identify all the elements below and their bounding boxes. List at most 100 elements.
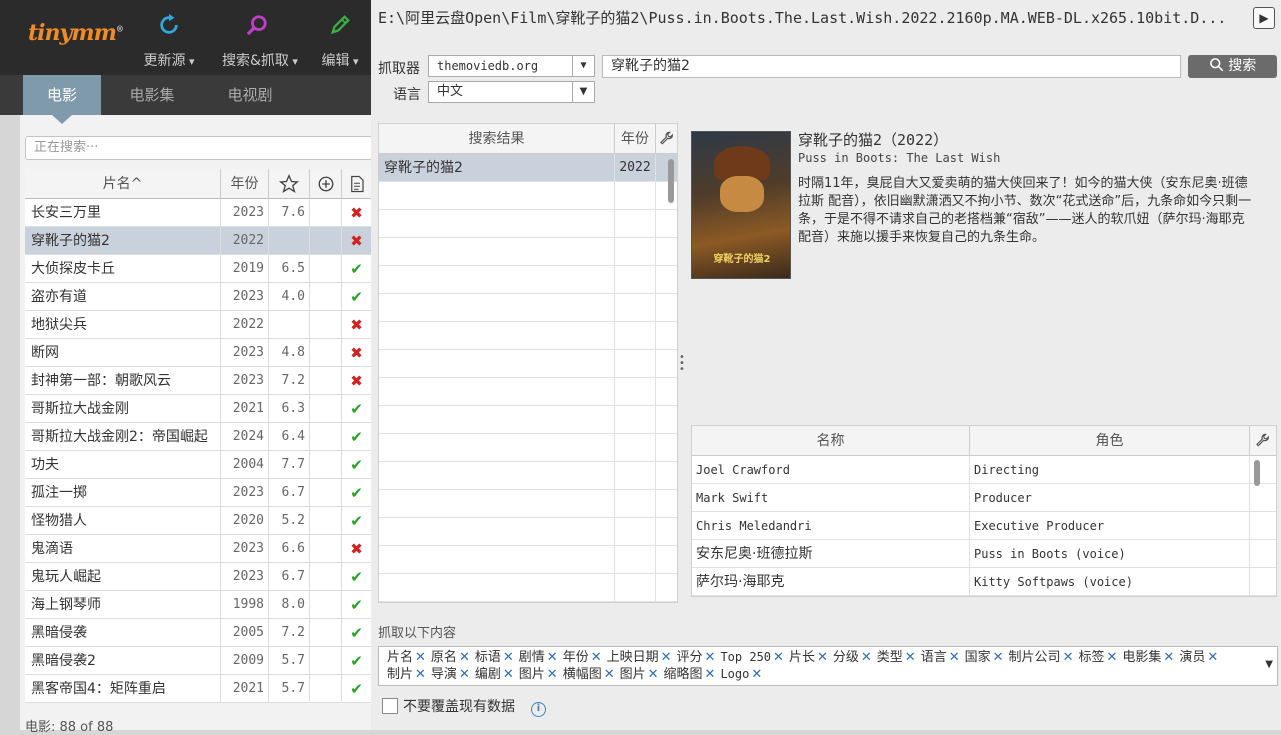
scrape-tag[interactable]: 类型 ✕ [877, 649, 916, 666]
remove-tag-icon[interactable]: ✕ [604, 667, 615, 682]
movie-row[interactable]: 穿靴子的猫2 2022 ✖ [25, 227, 371, 255]
movie-row[interactable]: 鬼滴语 2023 6.6 ✖ [25, 535, 371, 563]
remove-tag-icon[interactable]: ✕ [705, 667, 716, 682]
header-year[interactable]: 年份 [221, 169, 269, 199]
update-source-button[interactable]: 更新源 [134, 10, 204, 70]
search-input[interactable]: 穿靴子的猫2 [602, 55, 1181, 78]
movie-row[interactable]: 功夫 2004 7.7 ✔ [25, 451, 371, 479]
remove-tag-icon[interactable]: ✕ [503, 650, 514, 665]
scrape-tag[interactable]: 图片 ✕ [519, 666, 558, 683]
remove-tag-icon[interactable]: ✕ [415, 667, 426, 682]
crew-header-role[interactable]: 角色 [970, 426, 1250, 456]
header-title[interactable]: 片名^ [25, 169, 221, 199]
no-overwrite-option[interactable]: 不要覆盖现有数据 i [382, 696, 546, 717]
scrape-fields-selector[interactable]: 片名 ✕ 原名 ✕ 标语 ✕ 剧情 ✕ 年份 ✕ 上映日期 ✕ 评分 ✕ Top 250 ✕ 片长 ✕ 分级 ✕ 类型 ✕… [378, 646, 1278, 686]
movie-row[interactable]: 断网 2023 4.8 ✖ [25, 339, 371, 367]
scrape-tag[interactable]: 片长 ✕ [789, 649, 828, 666]
wrench-icon[interactable] [1250, 426, 1276, 456]
crew-row[interactable]: 安东尼奥·班德拉斯 Puss in Boots (voice) [692, 540, 1276, 568]
scrape-tag[interactable]: 制片公司 ✕ [1009, 649, 1074, 666]
scrape-tag[interactable]: 年份 ✕ [563, 649, 602, 666]
movie-search-input[interactable]: 正在搜索··· [25, 136, 377, 160]
scrape-tag[interactable]: 标语 ✕ [475, 649, 514, 666]
movie-row[interactable]: 鬼玩人崛起 2023 6.7 ✔ [25, 563, 371, 591]
scrape-tag[interactable]: 分级 ✕ [833, 649, 872, 666]
search-button[interactable]: 搜索 [1188, 55, 1277, 78]
movie-row[interactable]: 黑暗侵袭 2005 7.2 ✔ [25, 619, 371, 647]
play-button[interactable]: ▶ [1253, 7, 1275, 29]
crew-row[interactable]: Mark Swift Producer [692, 484, 1276, 512]
remove-tag-icon[interactable]: ✕ [705, 650, 716, 665]
edit-button[interactable]: 编辑 [305, 10, 375, 70]
movie-row[interactable]: 黑暗侵袭2 2009 5.7 ✔ [25, 647, 371, 675]
scrape-tag[interactable]: 原名 ✕ [431, 649, 470, 666]
scrape-tag[interactable]: 片名 ✕ [387, 649, 426, 666]
rating-star-icon[interactable] [269, 169, 310, 199]
scrape-tag[interactable]: 制片 ✕ [387, 666, 426, 683]
results-header-title[interactable]: 搜索结果 [379, 124, 615, 154]
remove-tag-icon[interactable]: ✕ [861, 650, 872, 665]
crew-row[interactable]: 萨尔玛·海耶克 Kitty Softpaws (voice) [692, 568, 1276, 596]
remove-tag-icon[interactable]: ✕ [817, 650, 828, 665]
remove-tag-icon[interactable]: ✕ [503, 667, 514, 682]
movie-row[interactable]: 海上钢琴师 1998 8.0 ✔ [25, 591, 371, 619]
scrape-tag[interactable]: 上映日期 ✕ [607, 649, 672, 666]
result-row[interactable]: 穿靴子的猫2 2022 [379, 154, 677, 182]
crew-row[interactable]: Chris Meledandri Executive Producer [692, 512, 1276, 540]
remove-tag-icon[interactable]: ✕ [905, 650, 916, 665]
remove-tag-icon[interactable]: ✕ [1063, 650, 1074, 665]
remove-tag-icon[interactable]: ✕ [648, 667, 659, 682]
movie-row[interactable]: 封神第一部：朝歌风云 2023 7.2 ✖ [25, 367, 371, 395]
scrape-tag[interactable]: Logo ✕ [720, 666, 762, 683]
language-select[interactable]: 中文 ▼ [428, 81, 595, 103]
movie-row[interactable]: 大侦探皮卡丘 2019 6.5 ✔ [25, 255, 371, 283]
scrape-tag[interactable]: 国家 ✕ [965, 649, 1004, 666]
chevron-down-icon[interactable]: ▼ [1265, 659, 1273, 670]
remove-tag-icon[interactable]: ✕ [1163, 650, 1174, 665]
scrape-tag[interactable]: 编剧 ✕ [475, 666, 514, 683]
tab-tv-shows[interactable]: 电视剧 [210, 75, 290, 115]
tab-movies[interactable]: 电影 [23, 75, 101, 115]
remove-tag-icon[interactable]: ✕ [459, 650, 470, 665]
search-scrape-button[interactable]: 搜索&抓取 [222, 10, 292, 70]
scrape-tag[interactable]: 剧情 ✕ [519, 649, 558, 666]
results-scrollbar[interactable] [668, 159, 674, 203]
movie-row[interactable]: 盗亦有道 2023 4.0 ✔ [25, 283, 371, 311]
remove-tag-icon[interactable]: ✕ [773, 650, 784, 665]
tab-movie-sets[interactable]: 电影集 [112, 75, 192, 115]
scrape-tag[interactable]: 图片 ✕ [620, 666, 659, 683]
scrape-tag[interactable]: 横幅图 ✕ [563, 666, 615, 683]
wrench-icon[interactable] [656, 124, 678, 154]
scrape-tag[interactable]: 评分 ✕ [677, 649, 716, 666]
remove-tag-icon[interactable]: ✕ [949, 650, 960, 665]
movie-row[interactable]: 孤注一掷 2023 6.7 ✔ [25, 479, 371, 507]
results-header-year[interactable]: 年份 [615, 124, 656, 154]
movie-row[interactable]: 黑客帝国4：矩阵重启 2021 5.7 ✔ [25, 675, 371, 703]
add-circle-icon[interactable] [310, 169, 342, 199]
remove-tag-icon[interactable]: ✕ [547, 650, 558, 665]
movie-row[interactable]: 长安三万里 2023 7.6 ✖ [25, 199, 371, 227]
remove-tag-icon[interactable]: ✕ [459, 667, 470, 682]
pane-splitter-handle[interactable]: • • • [679, 353, 685, 375]
info-icon[interactable]: i [531, 702, 546, 717]
remove-tag-icon[interactable]: ✕ [1106, 650, 1117, 665]
scrape-tag[interactable]: 缩略图 ✕ [664, 666, 716, 683]
remove-tag-icon[interactable]: ✕ [993, 650, 1004, 665]
movie-row[interactable]: 哥斯拉大战金刚2：帝国崛起 2024 6.4 ✔ [25, 423, 371, 451]
remove-tag-icon[interactable]: ✕ [1207, 650, 1218, 665]
no-overwrite-checkbox[interactable] [382, 698, 398, 714]
scrape-tag[interactable]: 导演 ✕ [431, 666, 470, 683]
scrape-tag[interactable]: 语言 ✕ [921, 649, 960, 666]
remove-tag-icon[interactable]: ✕ [661, 650, 672, 665]
crew-header-name[interactable]: 名称 [692, 426, 970, 456]
remove-tag-icon[interactable]: ✕ [591, 650, 602, 665]
crew-row[interactable]: Joel Crawford Directing [692, 456, 1276, 484]
movie-row[interactable]: 哥斯拉大战金刚 2021 6.3 ✔ [25, 395, 371, 423]
movie-row[interactable]: 地狱尖兵 2022 ✖ [25, 311, 371, 339]
remove-tag-icon[interactable]: ✕ [547, 667, 558, 682]
scraper-select[interactable]: themoviedb.org ▼ [428, 55, 595, 77]
remove-tag-icon[interactable]: ✕ [415, 650, 426, 665]
scrape-tag[interactable]: Top 250 ✕ [720, 649, 783, 666]
remove-tag-icon[interactable]: ✕ [751, 667, 762, 682]
scrape-tag[interactable]: 电影集 ✕ [1122, 649, 1174, 666]
